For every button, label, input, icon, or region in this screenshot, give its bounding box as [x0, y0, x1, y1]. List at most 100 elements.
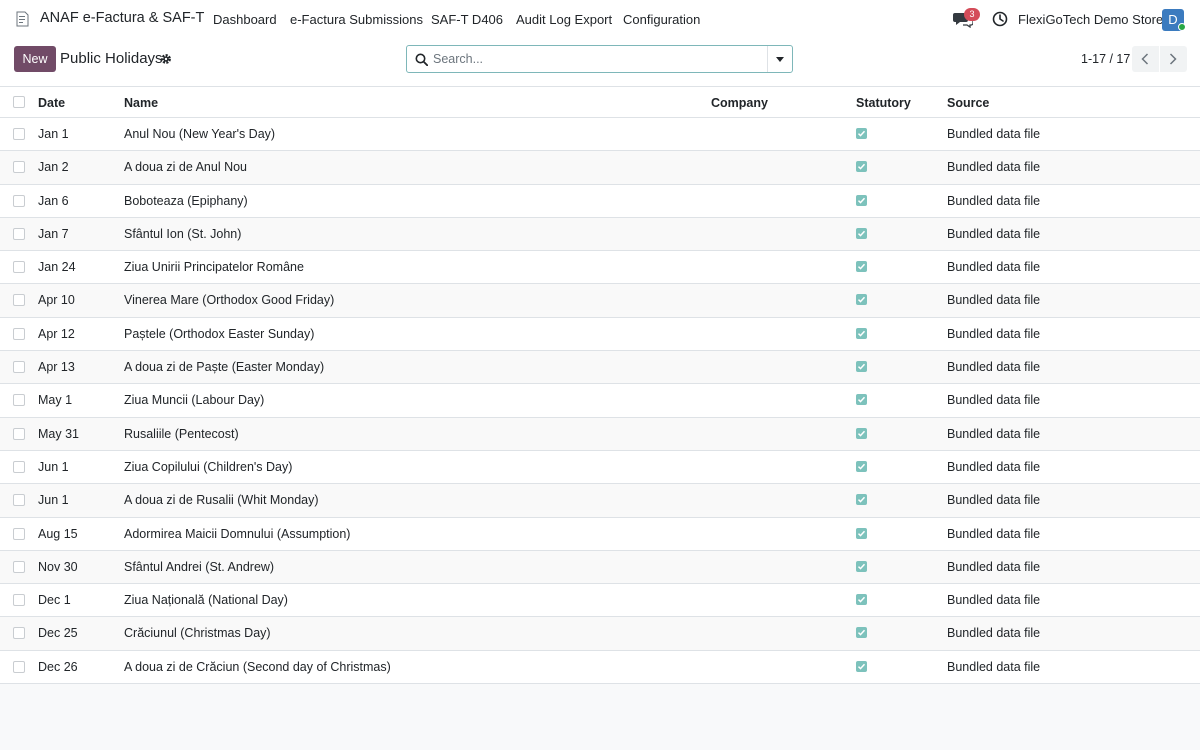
cell-date: Dec 26 [38, 659, 78, 674]
pager-previous-button[interactable] [1132, 46, 1159, 72]
cell-name: Ziua Unirii Principatelor Române [124, 260, 304, 275]
table-row[interactable]: Dec 26 A doua zi de Crăciun (Second day o… [0, 651, 1200, 685]
cell-date: Dec 1 [38, 593, 71, 608]
statutory-checkbox [856, 660, 867, 672]
cell-source: Bundled data file [947, 226, 1041, 241]
table-row[interactable]: Jan 2 A doua zi de Anul Nou Bundled data f… [0, 151, 1200, 185]
top-navbar: ANAF e-Factura & SAF-T Dashboard e-Factu… [0, 0, 1200, 38]
menu-e-factura-submissions[interactable]: e-Factura Submissions [290, 12, 423, 27]
row-checkbox[interactable] [13, 327, 25, 340]
row-checkbox[interactable] [13, 361, 25, 374]
table-row[interactable]: Jan 24 Ziua Unirii Principatelor Române Bu… [0, 251, 1200, 285]
row-checkbox[interactable] [13, 560, 25, 573]
table-row[interactable]: Dec 1 Ziua Națională (National Day) Bundle… [0, 584, 1200, 618]
row-checkbox[interactable] [13, 427, 25, 440]
checkmark-icon [857, 130, 866, 137]
row-checkbox[interactable] [13, 660, 25, 673]
statutory-checkbox [856, 294, 867, 306]
cell-source: Bundled data file [947, 260, 1041, 275]
search-icon [415, 53, 428, 66]
row-checkbox[interactable] [13, 294, 25, 307]
column-header-name[interactable]: Name [124, 96, 158, 110]
cell-source: Bundled data file [947, 160, 1041, 175]
table-row[interactable]: Jun 1 A doua zi de Rusalii (Whit Monday) B… [0, 484, 1200, 518]
control-panel: New Public Holidays 1-17 / 17 [0, 38, 1200, 87]
table-row[interactable]: Nov 30 Sfântul Andrei (St. Andrew) Bundled… [0, 550, 1200, 585]
checkmark-icon [857, 330, 866, 337]
row-checkbox[interactable] [13, 394, 25, 407]
checkmark-icon [857, 663, 866, 670]
table-row[interactable]: Apr 12 Paștele (Orthodox Easter Sunday) Bu… [0, 318, 1200, 352]
cell-date: Jan 2 [38, 160, 69, 175]
gear-icon[interactable] [160, 53, 172, 65]
clock-icon[interactable] [992, 11, 1008, 27]
table-row[interactable]: May 31 Rusaliile (Pentecost) Bundled data … [0, 417, 1200, 451]
table-row[interactable]: Jan 6 Boboteaza (Epiphany) Bundled data fi… [0, 185, 1200, 218]
table-row[interactable]: Jan 7 Sfântul Ion (St. John) Bundled data … [0, 217, 1200, 252]
row-checkbox[interactable] [13, 527, 25, 540]
cell-source: Bundled data file [947, 127, 1041, 141]
cell-name: A doua zi de Crăciun (Second day of Chri… [124, 659, 391, 674]
column-header-source[interactable]: Source [947, 96, 989, 110]
app-brand[interactable]: ANAF e-Factura & SAF-T [40, 10, 204, 26]
cell-date: Apr 10 [38, 293, 75, 308]
table-row[interactable]: Aug 15 Adormirea Maicii Domnului (Assumpt… [0, 518, 1200, 551]
menu-saf-t-d406[interactable]: SAF-T D406 [431, 12, 503, 27]
cell-name: Sfântul Andrei (St. Andrew) [124, 559, 275, 574]
cell-source: Bundled data file [947, 559, 1041, 574]
online-status-dot [1178, 23, 1186, 31]
cell-date: Aug 15 [38, 526, 78, 541]
chat-badge: 3 [964, 8, 980, 21]
menu-dashboard[interactable]: Dashboard [213, 12, 277, 27]
cell-date: Nov 30 [38, 559, 78, 574]
cell-date: May 1 [38, 393, 73, 408]
row-checkbox[interactable] [13, 261, 25, 274]
cell-date: Jan 6 [38, 193, 69, 208]
checkmark-icon [857, 263, 866, 270]
search-input[interactable] [433, 48, 768, 70]
cell-name: Vinerea Mare (Orthodox Good Friday) [124, 293, 335, 308]
statutory-checkbox [856, 361, 867, 373]
pager-value[interactable]: 1-17 / 17 [1081, 52, 1130, 66]
cell-source: Bundled data file [947, 393, 1041, 408]
app-document-icon[interactable] [16, 11, 29, 27]
table-row[interactable]: Apr 10 Vinerea Mare (Orthodox Good Friday… [0, 284, 1200, 318]
row-checkbox[interactable] [13, 627, 25, 640]
cell-name: Rusaliile (Pentecost) [124, 426, 239, 441]
row-checkbox[interactable] [13, 227, 25, 240]
column-header-statutory[interactable]: Statutory [856, 96, 911, 110]
table-row[interactable]: Jun 1 Ziua Copilului (Children's Day) Bund… [0, 451, 1200, 485]
column-header-date[interactable]: Date [38, 96, 65, 110]
row-checkbox[interactable] [13, 128, 25, 140]
row-checkbox[interactable] [13, 161, 25, 174]
cell-source: Bundled data file [947, 459, 1041, 474]
table-row[interactable]: Dec 25 Crăciunul (Christmas Day) Bundled d… [0, 617, 1200, 651]
select-all-checkbox[interactable] [13, 96, 25, 108]
column-header-company[interactable]: Company [711, 96, 768, 110]
table-row[interactable]: May 1 Ziua Muncii (Labour Day) Bundled dat… [0, 384, 1200, 418]
table-row[interactable]: Apr 13 A doua zi de Paște (Easter Monday)… [0, 351, 1200, 385]
row-checkbox[interactable] [13, 460, 25, 473]
cell-date: Jan 7 [38, 226, 69, 241]
checkmark-icon [857, 530, 866, 537]
new-button[interactable]: New [14, 46, 56, 72]
cell-source: Bundled data file [947, 293, 1041, 308]
cell-date: Jan 1 [38, 127, 69, 141]
cell-date: Apr 13 [38, 360, 75, 375]
cell-source: Bundled data file [947, 526, 1041, 541]
table-row[interactable]: Jan 1 Anul Nou (New Year's Day) Bundled da… [0, 118, 1200, 152]
row-checkbox[interactable] [13, 594, 25, 607]
search-bar[interactable] [406, 45, 793, 73]
company-switcher[interactable]: FlexiGoTech Demo Store [1018, 12, 1163, 27]
statutory-checkbox [856, 394, 867, 406]
menu-audit-log-export[interactable]: Audit Log Export [516, 12, 612, 27]
menu-configuration[interactable]: Configuration [623, 12, 700, 27]
row-checkbox[interactable] [13, 194, 25, 207]
cell-name: Adormirea Maicii Domnului (Assumption) [124, 526, 351, 541]
checkmark-icon [857, 230, 866, 237]
row-checkbox[interactable] [13, 494, 25, 507]
search-options-toggle[interactable] [767, 46, 792, 72]
checkmark-icon [857, 630, 866, 637]
pager-next-button[interactable] [1160, 46, 1187, 72]
cell-source: Bundled data file [947, 426, 1041, 441]
